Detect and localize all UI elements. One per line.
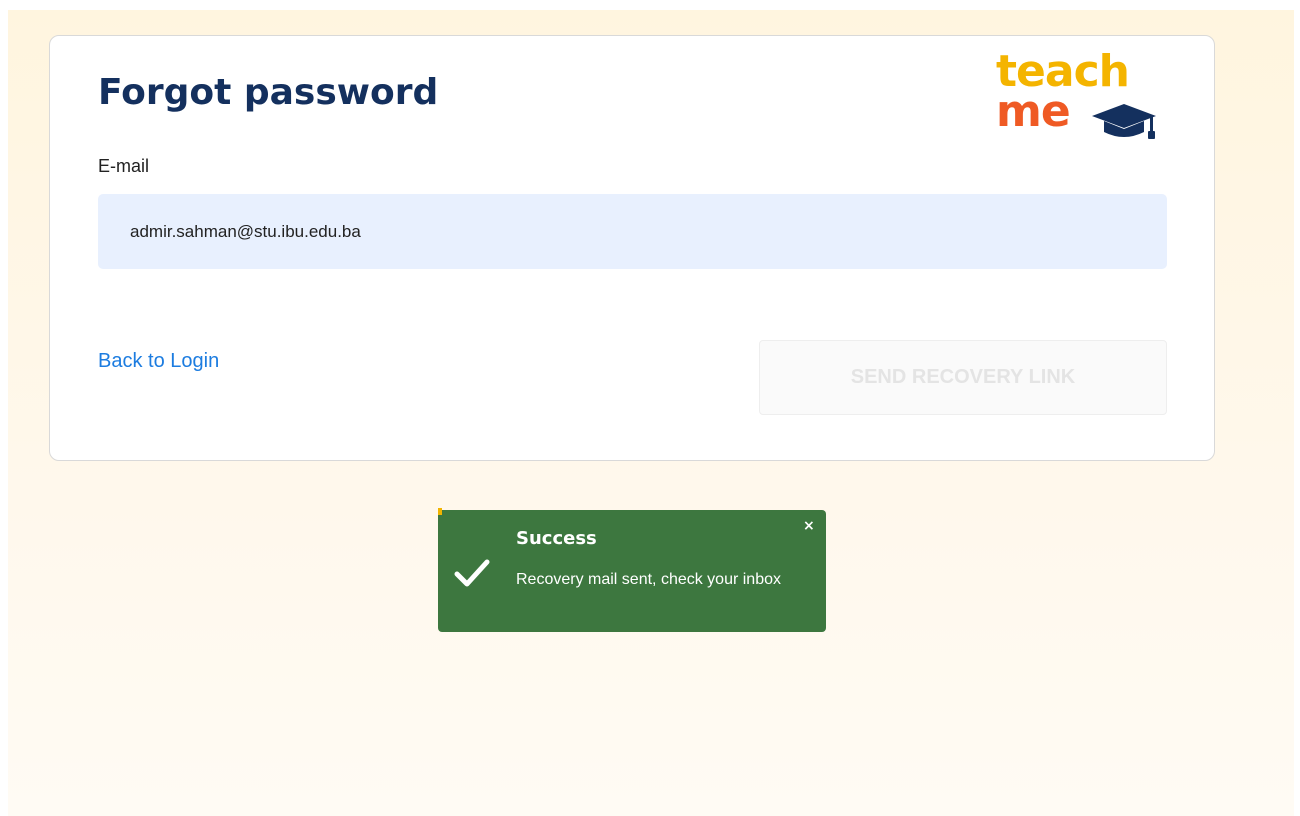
- page-title: Forgot password: [98, 72, 439, 113]
- send-recovery-link-button[interactable]: SEND RECOVERY LINK: [759, 340, 1167, 415]
- check-icon: [454, 559, 490, 587]
- email-field[interactable]: [98, 194, 1167, 269]
- toast-message: Recovery mail sent, check your inbox: [516, 571, 781, 588]
- forgot-password-card: Forgot password teach me E-mail Back to …: [49, 35, 1215, 461]
- close-icon[interactable]: ×: [803, 518, 815, 534]
- toast-title: Success: [516, 528, 597, 549]
- email-label: E-mail: [98, 156, 150, 176]
- logo-text-me: me: [996, 86, 1071, 137]
- toast-accent: [438, 508, 442, 515]
- graduation-cap-icon: [1092, 104, 1156, 139]
- back-to-login-link[interactable]: Back to Login: [98, 350, 219, 373]
- success-toast: Success Recovery mail sent, check your i…: [438, 508, 826, 632]
- teachme-logo: teach me: [996, 50, 1166, 140]
